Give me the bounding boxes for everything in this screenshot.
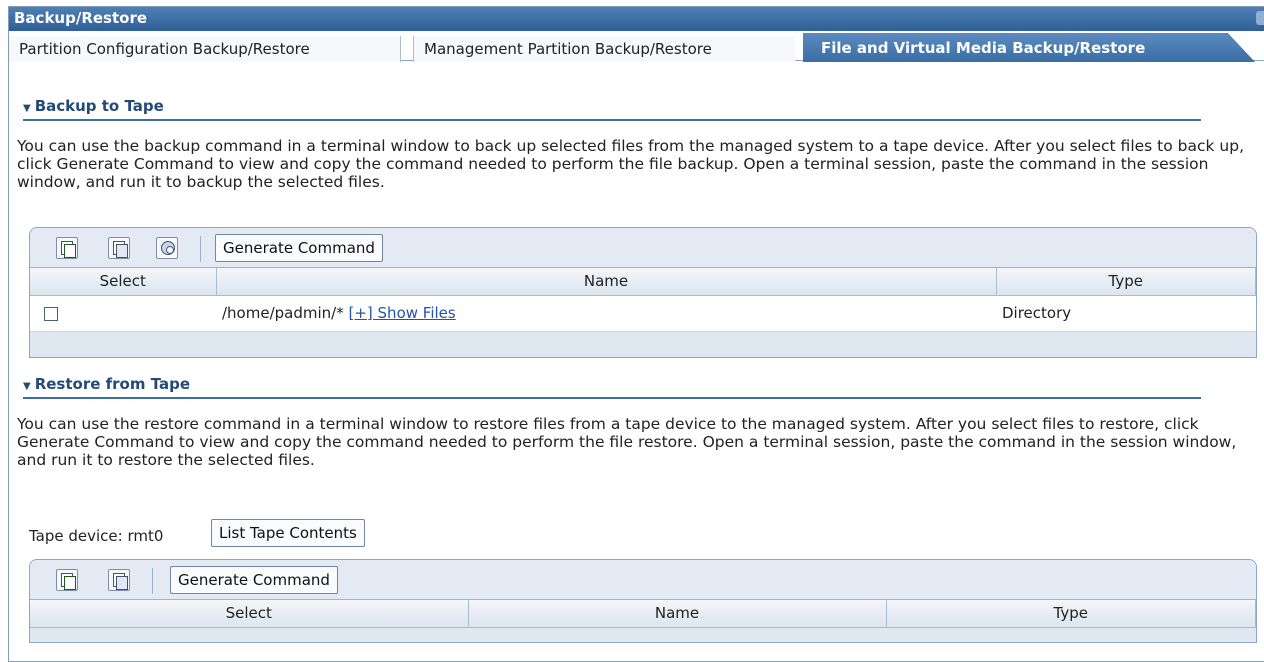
table-footer	[30, 627, 1256, 636]
table-row: /home/padmin/* [+] Show Files Directory	[30, 295, 1256, 332]
tab-strip: Partition Configuration Backup/Restore M…	[9, 31, 1264, 62]
restore-generate-command-button[interactable]: Generate Command	[170, 566, 338, 594]
restore-table-toolbar: Generate Command	[30, 560, 1256, 600]
deselect-all-icon[interactable]	[108, 569, 130, 591]
row-name-cell: /home/padmin/* [+] Show Files	[216, 295, 996, 332]
row-checkbox[interactable]	[44, 306, 58, 321]
collapse-arrow-icon: ▼	[23, 103, 31, 114]
row-select-cell	[30, 295, 216, 332]
collapse-arrow-icon: ▼	[23, 381, 31, 392]
select-all-icon[interactable]	[56, 237, 78, 259]
restore-heading: Restore from Tape	[34, 375, 191, 393]
column-header-select[interactable]: Select	[30, 600, 469, 628]
backup-divider	[23, 119, 1201, 121]
configure-icon[interactable]	[156, 237, 178, 259]
row-path: /home/padmin/*	[222, 304, 344, 322]
column-header-name[interactable]: Name	[216, 268, 997, 296]
backup-table: Generate Command Select Name Type /home/…	[29, 227, 1257, 358]
column-header-select[interactable]: Select	[30, 268, 217, 296]
window-title: Backup/Restore	[14, 9, 148, 27]
deselect-all-icon[interactable]	[108, 237, 130, 259]
list-tape-contents-button[interactable]: List Tape Contents	[211, 519, 365, 547]
tape-device-label: Tape device: rmt0	[29, 527, 164, 545]
restore-section-toggle[interactable]: ▼ Restore from Tape	[23, 375, 190, 393]
column-header-type[interactable]: Type	[886, 600, 1256, 628]
backup-generate-command-button[interactable]: Generate Command	[215, 234, 383, 262]
backup-restore-window: Backup/Restore Partition Configuration B…	[8, 6, 1264, 662]
row-type-cell: Directory	[996, 295, 1256, 332]
select-all-icon[interactable]	[56, 569, 78, 591]
toolbar-separator	[200, 236, 201, 262]
backup-section-toggle[interactable]: ▼ Backup to Tape	[23, 97, 164, 115]
table-footer	[30, 331, 1256, 340]
backup-table-toolbar: Generate Command	[30, 228, 1256, 268]
column-header-type[interactable]: Type	[996, 268, 1256, 296]
backup-grid: Select Name Type /home/padmin/* [+] Show…	[30, 268, 1256, 332]
backup-heading: Backup to Tape	[34, 97, 164, 115]
column-header-name[interactable]: Name	[468, 600, 887, 628]
show-files-link[interactable]: [+] Show Files	[349, 304, 456, 322]
restore-grid: Select Name Type	[30, 600, 1256, 628]
backup-description: You can use the backup command in a term…	[17, 137, 1244, 191]
toolbar-separator	[152, 568, 153, 594]
window-titlebar: Backup/Restore	[9, 7, 1264, 31]
restore-description: You can use the restore command in a ter…	[17, 415, 1237, 469]
tab-file-virtual-media[interactable]: File and Virtual Media Backup/Restore	[803, 33, 1255, 62]
restore-divider	[23, 397, 1201, 399]
tab-management-partition[interactable]: Management Partition Backup/Restore	[413, 36, 795, 62]
tab-partition-config[interactable]: Partition Configuration Backup/Restore	[9, 36, 401, 62]
resize-corner-icon[interactable]	[1256, 11, 1264, 25]
restore-table: Generate Command Select Name Type	[29, 559, 1257, 643]
